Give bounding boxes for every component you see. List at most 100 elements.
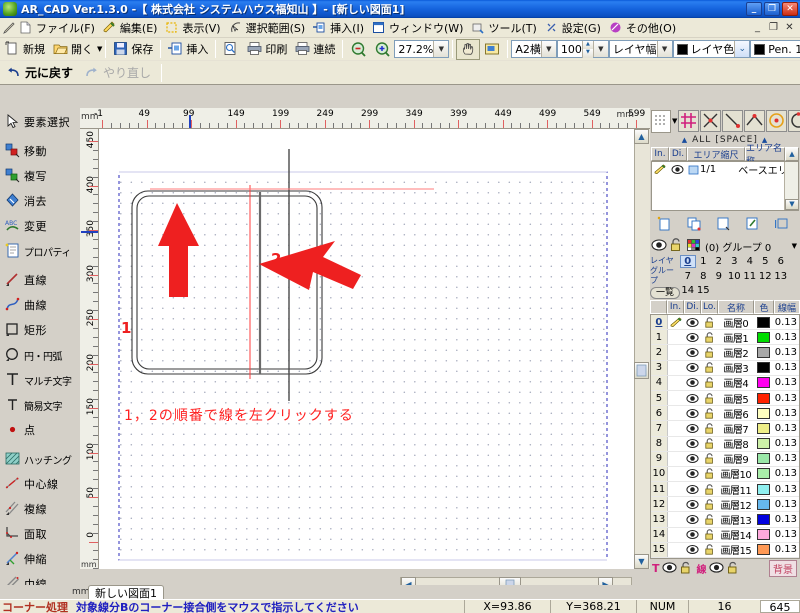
menu-insert[interactable]: 挿入(I) [310,19,369,37]
layer-row[interactable]: 3 画層3 0.13 [651,360,799,376]
eye-icon[interactable] [685,361,702,375]
zoom-out-button[interactable] [346,39,370,60]
palette-item-マルチ文字[interactable]: マルチ文字 [2,368,78,392]
layer-pen-icon[interactable] [668,467,685,481]
eye-icon[interactable] [685,330,702,344]
palette-item-面取[interactable]: 面取 [2,522,78,546]
palette-item-複写[interactable]: 複写 [2,164,78,188]
layer-row[interactable]: 7 画層7 0.13 [651,421,799,437]
layer-color-swatch[interactable] [754,330,774,344]
menu-edit[interactable]: 編集(E) [100,19,163,37]
eye-icon[interactable] [685,497,702,511]
layer-group-button-13[interactable]: 13 [773,269,789,283]
layer-pen-icon[interactable] [668,421,685,435]
palette-item-簡易文字[interactable]: 簡易文字 [2,393,78,417]
maximize-button[interactable]: ❐ [764,2,780,16]
layer-number[interactable]: 13 [651,512,668,527]
print-preview-button[interactable] [219,39,243,60]
layer-number[interactable]: 8 [651,436,668,451]
area-scroll-up[interactable]: ▲ [785,147,799,161]
layer-color-swatch[interactable] [754,421,774,435]
undo-button[interactable]: 元に戻す [2,62,80,83]
pen-combo[interactable]: Pen. 1 ▼ [750,40,800,58]
canvas-vertical-scrollbar[interactable]: ▲ ▼ [634,129,650,569]
layer-color-swatch[interactable] [754,528,774,542]
layer-number[interactable]: 6 [651,406,668,421]
layer-number[interactable]: 2 [651,345,668,360]
layer-pen-icon[interactable] [668,543,685,557]
eye-icon[interactable] [685,421,702,435]
unlock-icon[interactable] [701,421,718,435]
unlock-icon[interactable] [701,391,718,405]
layer-row[interactable]: 12 画層12 0.13 [651,497,799,513]
layer-number[interactable]: 0 [651,315,668,330]
layer-group-button-2[interactable]: 2 [711,255,727,268]
eye-icon[interactable] [685,512,702,526]
layer-group-button-9[interactable]: 9 [711,269,727,283]
unlock-icon[interactable] [701,330,718,344]
layer-row[interactable]: 4 画層4 0.13 [651,375,799,391]
layer-color-combo[interactable]: レイヤ色 ⌄ [672,40,751,58]
snap-endpoint-icon[interactable] [722,110,744,132]
palette-item-変更[interactable]: ABC 変更 [2,214,78,238]
area-list-scrollbar[interactable]: ▼ [784,162,799,210]
scale-spinner[interactable]: ▲ ▼ [581,40,593,58]
layer-color-swatch[interactable] [754,467,774,481]
layer-color-swatch[interactable] [754,543,774,557]
unlock-icon[interactable] [701,543,718,557]
pencil-icon[interactable] [652,164,669,175]
layer-color-swatch[interactable] [754,361,774,375]
eye-icon[interactable] [685,315,702,329]
eye-icon[interactable] [685,482,702,496]
layer-number[interactable]: 1 [651,330,668,345]
layer-group-button-8[interactable]: 8 [695,269,711,283]
layer-pen-icon[interactable] [668,376,685,390]
layer-color-swatch[interactable] [754,406,774,420]
palette-item-要素選択[interactable]: 要素選択 [2,110,78,134]
layer-color-swatch[interactable] [754,452,774,466]
layer-number[interactable]: 14 [651,527,668,542]
layer-group-button-0[interactable]: 0 [680,255,696,268]
layer-group-button-15[interactable]: 15 [695,284,711,298]
layer-pen-icon[interactable] [668,315,685,329]
eye-icon[interactable] [685,467,702,481]
menu-view[interactable]: 表示(V) [162,19,225,37]
snap-intersection-icon[interactable] [700,110,722,132]
area-row[interactable]: 1/1 ベースエリア [652,162,798,177]
unlock-icon[interactable] [701,528,718,542]
layer-group-button-14[interactable]: 14 [680,284,696,298]
layer-number[interactable]: 11 [651,482,668,497]
layer-number[interactable]: 7 [651,421,668,436]
palette-item-複線[interactable]: 複線 [2,497,78,521]
layer-group-button-6[interactable]: 6 [773,255,789,268]
fit-window-button[interactable] [480,39,504,60]
new-area-icon[interactable] [651,213,679,234]
zoom-level-combo[interactable]: 27.2% ▼ [394,40,450,58]
snap-grid-icon[interactable] [678,110,700,132]
layer-pen-icon[interactable] [668,345,685,359]
pan-button[interactable] [456,38,481,60]
layer-pen-icon[interactable] [668,482,685,496]
palette-item-プロパティ[interactable]: プロパティ [2,239,78,263]
layer-width-combo[interactable]: レイヤ幅 ▼ [608,40,673,58]
layer-group-button-10[interactable]: 10 [726,269,742,283]
menu-settings[interactable]: 設定(G) [542,19,606,37]
layer-row[interactable]: 6 画層6 0.13 [651,406,799,422]
palette-item-矩形[interactable]: 矩形 [2,318,78,342]
paint-area-icon[interactable] [738,213,766,234]
layer-pen-icon[interactable] [668,497,685,511]
layer-pen-icon[interactable] [668,361,685,375]
palette-item-ハッチング[interactable]: ハッチング [2,447,78,471]
layer-color-swatch[interactable] [754,376,774,390]
eye-icon[interactable] [685,543,702,557]
eye-icon[interactable] [685,528,702,542]
layer-row[interactable]: 8 画層8 0.13 [651,436,799,452]
open-button[interactable]: 開く [49,39,97,60]
layer-group-button-1[interactable]: 1 [695,255,711,268]
mdi-restore-button[interactable]: ❐ [766,21,781,35]
layer-group-list-button[interactable]: 一覧 [650,287,680,299]
snap-midpoint-icon[interactable] [744,110,766,132]
unlock-icon[interactable] [669,237,684,255]
layer-row[interactable]: 2 画層2 0.13 [651,345,799,361]
layer-pen-icon[interactable] [668,330,685,344]
